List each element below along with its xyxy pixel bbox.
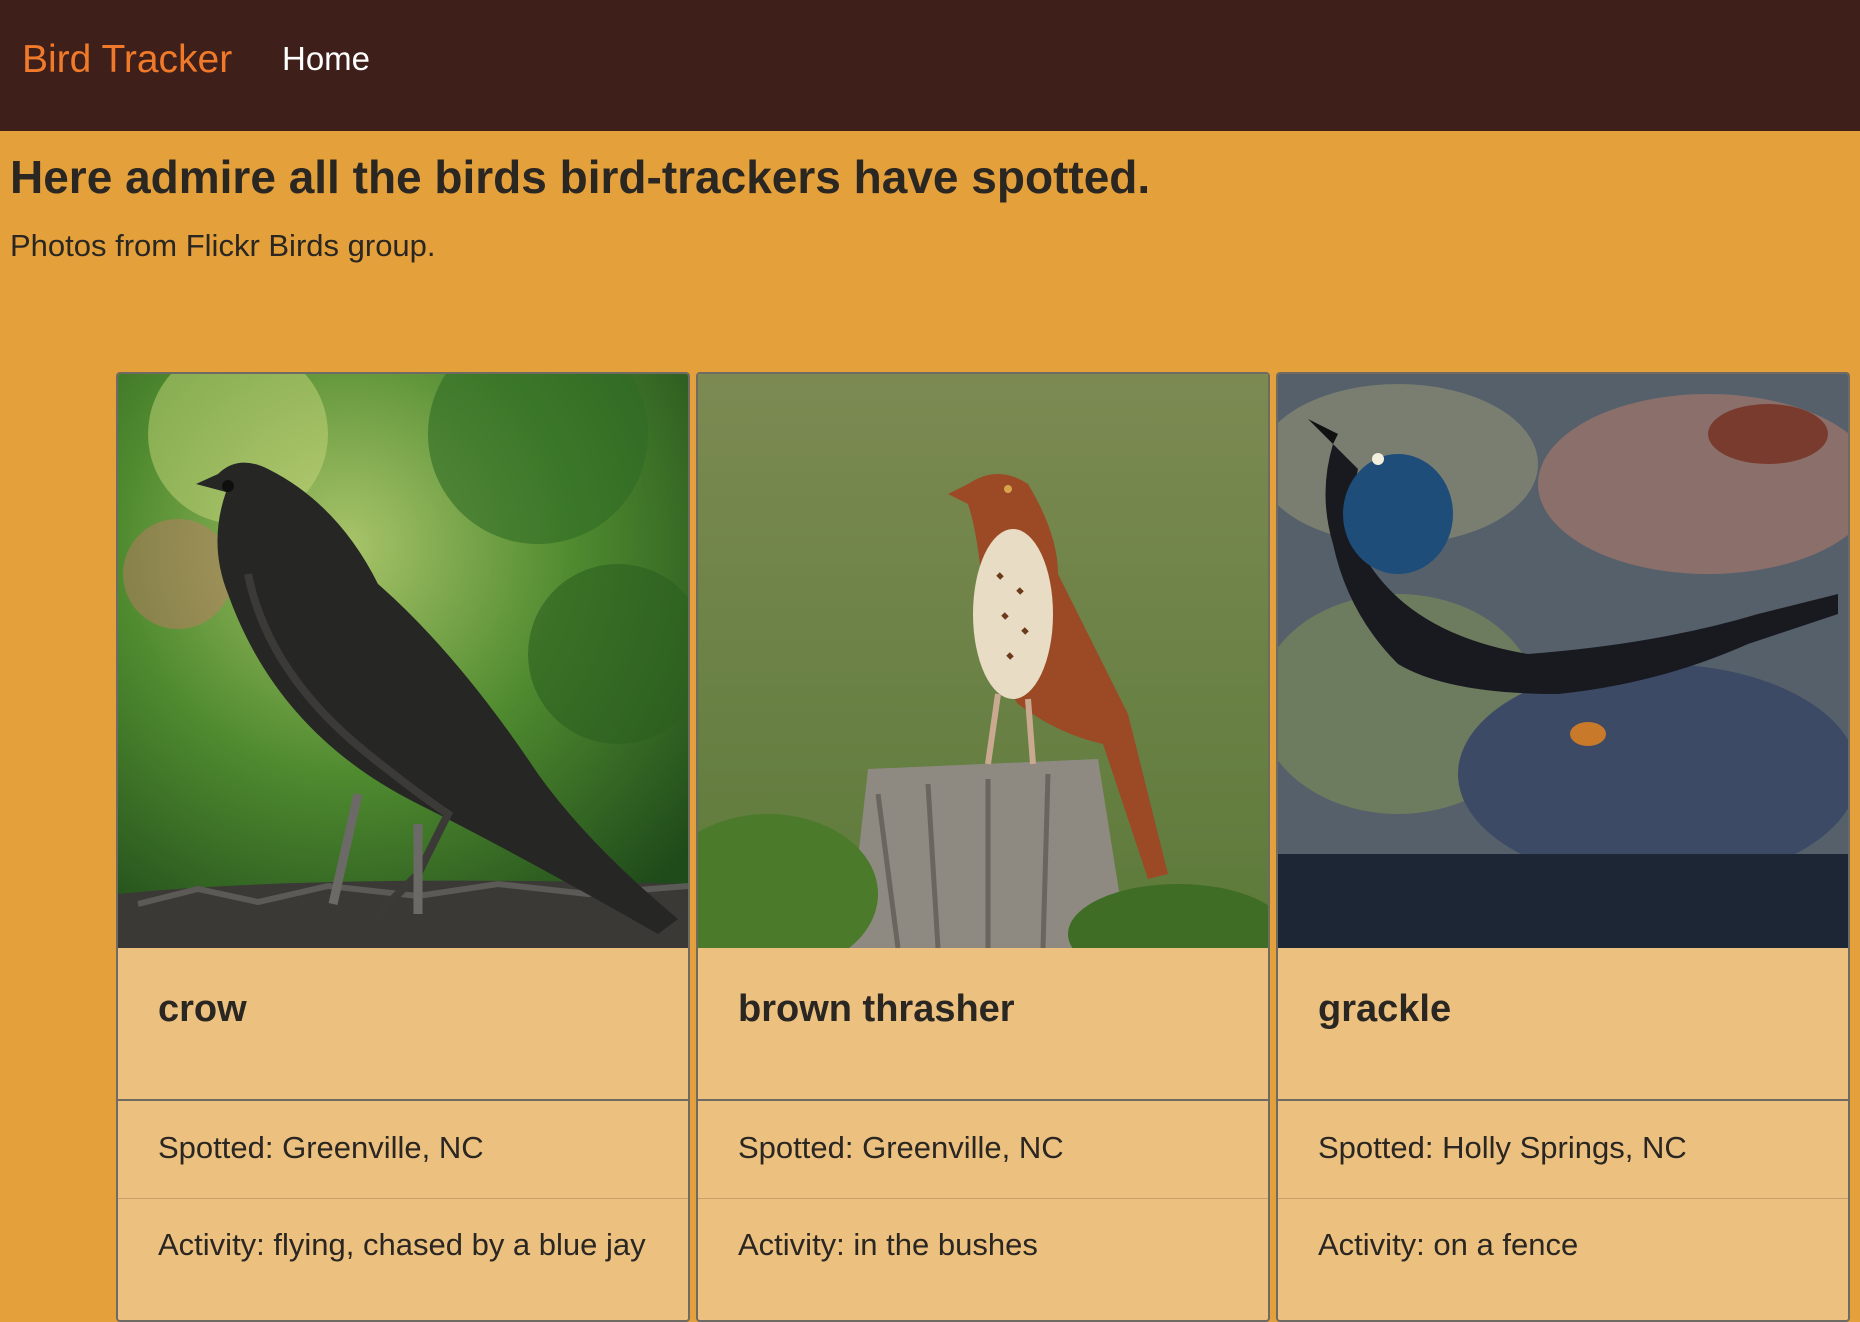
bird-name: crow: [158, 988, 247, 1030]
card-divider: [698, 1099, 1268, 1101]
card-divider: [118, 1099, 688, 1101]
crow-photo: [118, 374, 688, 948]
bird-card: brown thrasher Spotted: Greenville, NC A…: [696, 372, 1270, 1322]
spotted-location: Spotted: Holly Springs, NC: [1318, 1130, 1687, 1165]
spotted-location: Spotted: Greenville, NC: [738, 1130, 1064, 1165]
top-navbar: Bird Tracker Home: [0, 0, 1860, 131]
list-separator: [698, 1198, 1268, 1199]
card-divider: [1278, 1099, 1848, 1101]
nav-link-home[interactable]: Home: [282, 40, 370, 78]
bird-card: crow Spotted: Greenville, NC Activity: f…: [116, 372, 690, 1322]
page-heading: Here admire all the birds bird-trackers …: [10, 151, 1151, 203]
bird-activity: Activity: flying, chased by a blue jay: [158, 1227, 646, 1262]
bird-name: brown thrasher: [738, 988, 1015, 1030]
brand-link[interactable]: Bird Tracker: [22, 38, 232, 82]
list-separator: [1278, 1198, 1848, 1199]
page-subtext: Photos from Flickr Birds group.: [10, 228, 436, 263]
bird-activity: Activity: on a fence: [1318, 1227, 1579, 1262]
bird-card: grackle Spotted: Holly Springs, NC Activ…: [1276, 372, 1850, 1322]
bird-activity: Activity: in the bushes: [738, 1227, 1038, 1262]
brown-thrasher-photo: [698, 374, 1268, 948]
spotted-location: Spotted: Greenville, NC: [158, 1130, 484, 1165]
grackle-photo: [1278, 374, 1848, 948]
list-separator: [118, 1198, 688, 1199]
bird-name: grackle: [1318, 988, 1452, 1030]
